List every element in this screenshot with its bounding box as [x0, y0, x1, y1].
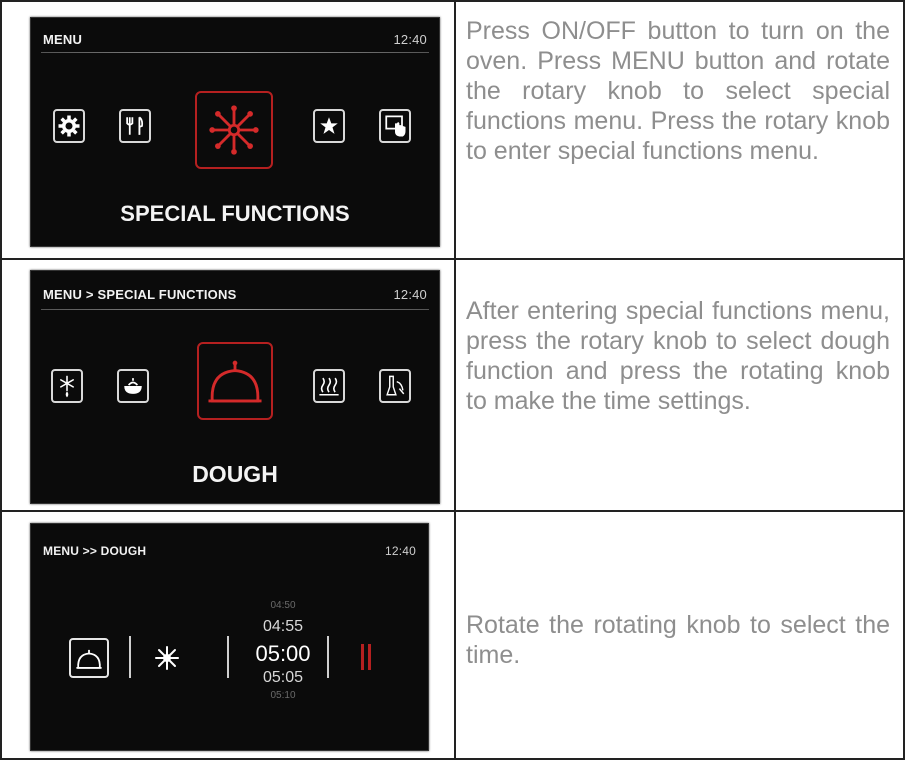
table-column-divider — [454, 0, 456, 760]
special-functions-asterisk-icon[interactable] — [195, 91, 273, 169]
table-border-left — [0, 0, 2, 760]
separator — [227, 636, 229, 678]
steam-icon[interactable] — [313, 369, 345, 403]
step-description: Rotate the rotating knob to select the t… — [466, 611, 890, 669]
time-selected[interactable]: 05:00 — [243, 641, 323, 667]
header-divider — [41, 52, 429, 53]
screen-title: SPECIAL FUNCTIONS — [120, 201, 350, 226]
time-picker[interactable]: 04:50 04:55 05:00 05:05 05:10 — [231, 586, 335, 726]
time-option[interactable]: 04:50 — [243, 600, 323, 611]
time-option[interactable]: 04:55 — [243, 618, 323, 636]
table-border-top — [0, 0, 905, 2]
table-divider — [0, 510, 905, 512]
clock: 12:40 — [384, 544, 416, 558]
breadcrumb: MENU > SPECIAL FUNCTIONS — [43, 287, 237, 302]
oven-display-special-functions: MENU > SPECIAL FUNCTIONS 12:40 DOUGH — [30, 270, 440, 504]
header-divider — [41, 309, 429, 310]
display-header: MENU 12:40 — [43, 32, 427, 50]
breadcrumb: MENU >> DOUGH — [43, 544, 147, 558]
step-description: Press ON/OFF button to turn on the oven.… — [466, 17, 890, 165]
time-option[interactable]: 05:10 — [243, 690, 323, 701]
defrost-icon[interactable] — [51, 369, 83, 403]
touch-hand-icon[interactable] — [379, 109, 411, 143]
clock: 12:40 — [393, 287, 427, 302]
pause-icon[interactable] — [359, 644, 375, 672]
cleaning-icon[interactable] — [379, 369, 411, 403]
pot-icon[interactable] — [117, 369, 149, 403]
oven-display-dough-timer: MENU >> DOUGH 12:40 04:50 04:55 05:00 05… — [30, 523, 429, 751]
oven-display-main-menu: MENU 12:40 SPECIAL FUNCTIONS — [30, 17, 440, 247]
time-option[interactable]: 05:05 — [243, 669, 323, 687]
dough-icon[interactable] — [69, 638, 109, 678]
separator — [129, 636, 131, 678]
sun-icon — [153, 644, 181, 672]
gear-icon[interactable] — [53, 109, 85, 143]
step-description: After entering special functions menu, p… — [466, 297, 890, 415]
separator — [327, 636, 329, 678]
dough-icon[interactable] — [197, 342, 273, 420]
table-divider — [0, 258, 905, 260]
display-header: MENU > SPECIAL FUNCTIONS 12:40 — [43, 287, 427, 305]
clock: 12:40 — [393, 32, 427, 47]
display-header: MENU >> DOUGH 12:40 — [43, 544, 416, 562]
breadcrumb: MENU — [43, 32, 83, 47]
instruction-table: MENU 12:40 SPECIAL FUNCTIONS Press ON/OF… — [0, 0, 905, 760]
star-icon[interactable] — [313, 109, 345, 143]
screen-title: DOUGH — [192, 461, 278, 487]
cutlery-icon[interactable] — [119, 109, 151, 143]
